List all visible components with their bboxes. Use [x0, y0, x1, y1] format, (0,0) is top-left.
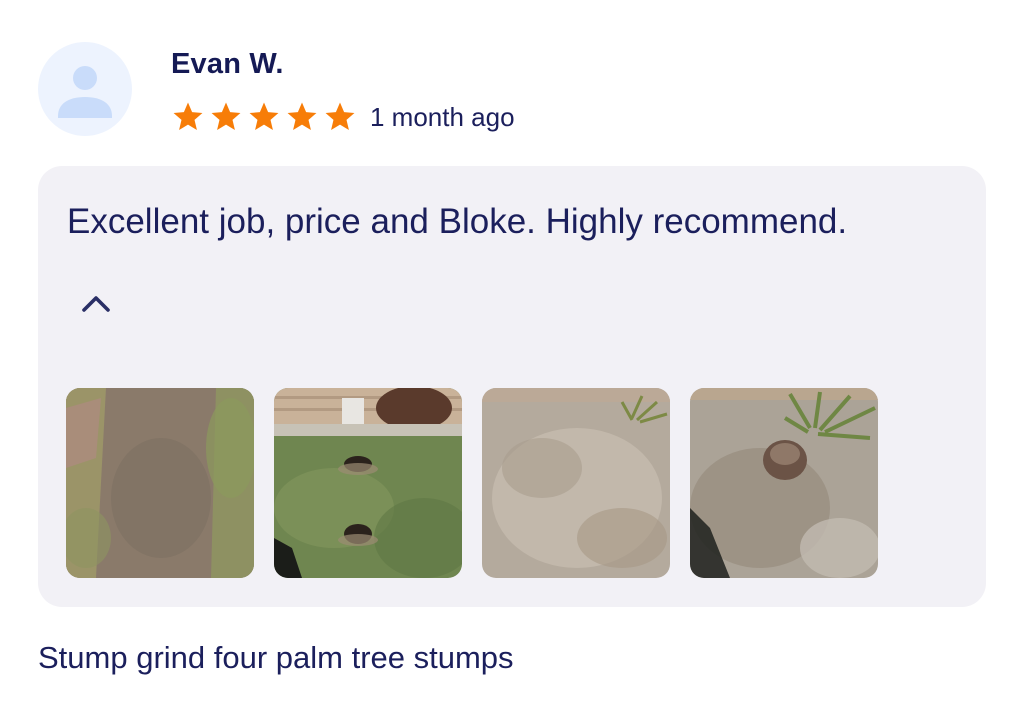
star-rating [171, 100, 361, 134]
reviewer-name: Evan W. [171, 48, 284, 80]
star-icon [209, 100, 243, 134]
review-item: Evan W. 1 month ago Excellent job, price… [0, 0, 1024, 710]
review-date: 1 month ago [370, 101, 515, 132]
review-photo-4[interactable] [690, 388, 878, 578]
star-icon [171, 100, 205, 134]
user-placeholder-icon [58, 66, 112, 118]
job-title: Stump grind four palm tree stumps [38, 640, 514, 675]
review-photo-3[interactable] [482, 388, 670, 578]
review-photo-1[interactable] [66, 388, 254, 578]
review-text: Excellent job, price and Bloke. Highly r… [67, 202, 848, 241]
photo-gallery [66, 388, 878, 578]
review-card: Excellent job, price and Bloke. Highly r… [38, 166, 986, 607]
rating-row: 1 month ago [171, 98, 515, 136]
avatar [38, 42, 132, 136]
review-photo-2[interactable] [274, 388, 462, 578]
star-icon [323, 100, 357, 134]
collapse-button[interactable] [76, 286, 116, 320]
star-icon [285, 100, 319, 134]
chevron-up-icon [82, 296, 110, 312]
star-icon [247, 100, 281, 134]
